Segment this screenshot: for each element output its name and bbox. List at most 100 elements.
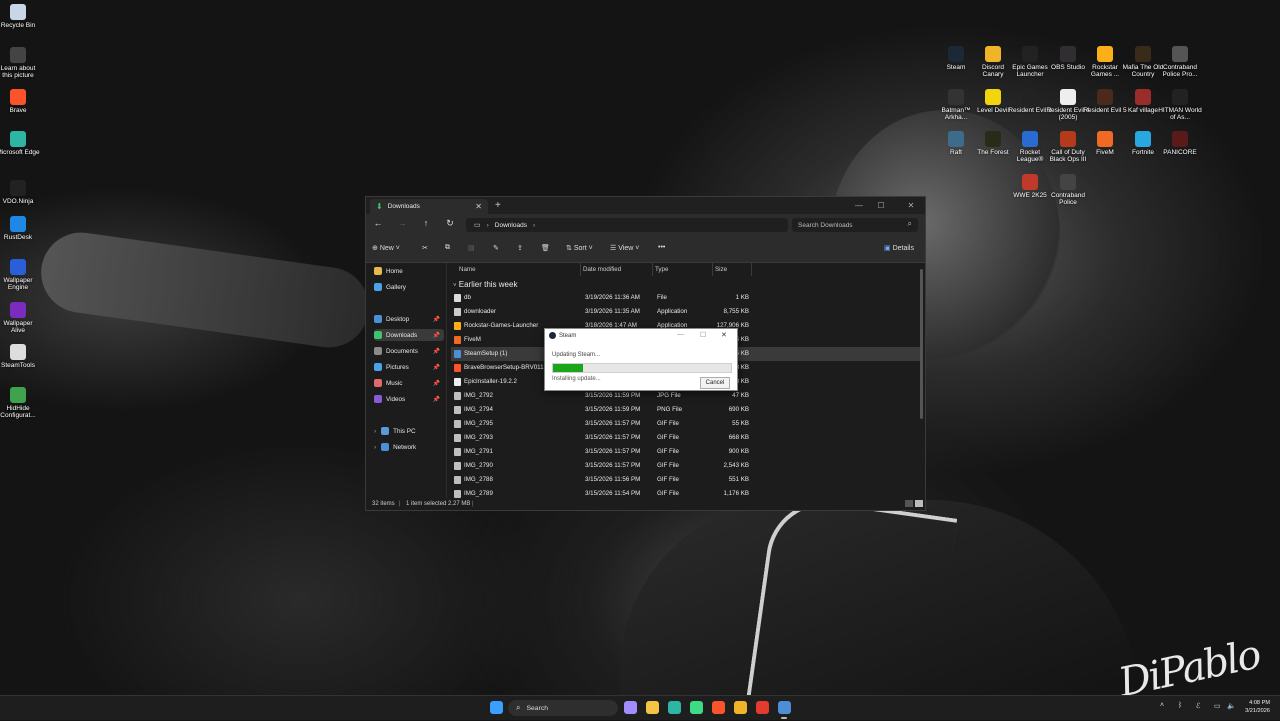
column-divider[interactable]: [712, 263, 713, 276]
nav-item-this-pc[interactable]: › This PC: [374, 425, 444, 437]
pin-icon[interactable]: 📌: [433, 396, 440, 403]
chrome-icon[interactable]: [756, 701, 769, 714]
copy-icon[interactable]: ⧉: [445, 244, 450, 252]
pin-icon[interactable]: 📌: [433, 380, 440, 387]
nav-item-pictures[interactable]: Pictures 📌: [374, 361, 444, 373]
close-window-button[interactable]: ✕: [900, 197, 922, 214]
forward-arrow-icon[interactable]: →: [395, 218, 409, 228]
this-pc-icon: [381, 427, 390, 435]
refresh-icon[interactable]: ↻: [443, 218, 457, 229]
cancel-button[interactable]: Cancel: [700, 377, 730, 389]
address-bar[interactable]: ▭ › Downloads ›: [466, 218, 788, 232]
view-button[interactable]: ☰ View ˅: [610, 244, 639, 252]
pen-icon[interactable]: ℰ: [1196, 702, 1200, 710]
new-button[interactable]: ⊕ New ˅: [372, 244, 400, 252]
table-row[interactable]: db 3/19/2026 11:36 AM File 1 KB: [451, 291, 921, 305]
file-explorer-icon[interactable]: [646, 701, 659, 714]
table-row[interactable]: IMG_2790 3/15/2026 11:57 PM GIF File 2,543 …: [451, 459, 921, 473]
pin-icon[interactable]: 📌: [433, 364, 440, 371]
desktop-icon-steamtools[interactable]: SteamTools: [0, 344, 40, 369]
nav-item-videos[interactable]: Videos 📌: [374, 393, 444, 405]
nav-item-downloads[interactable]: Downloads 📌: [374, 329, 444, 341]
desktop-icon-recycle-bin[interactable]: Recycle Bin: [0, 4, 40, 29]
back-arrow-icon[interactable]: ←: [371, 218, 385, 228]
column-date-modified[interactable]: Date modified: [583, 266, 621, 273]
table-row[interactable]: IMG_2794 3/15/2026 11:59 PM PNG File 690 KB: [451, 403, 921, 417]
system-clock[interactable]: 4:08 PM 3/21/2026: [1245, 699, 1270, 715]
search-input[interactable]: Search Downloads ⌕: [792, 218, 918, 232]
share-icon[interactable]: ⇪: [517, 244, 523, 252]
table-row[interactable]: IMG_2791 3/15/2026 11:57 PM GIF File 900 KB: [451, 445, 921, 459]
paste-icon[interactable]: ▤: [468, 244, 475, 252]
nav-item-documents[interactable]: Documents 📌: [374, 345, 444, 357]
column-divider[interactable]: [652, 263, 653, 276]
close-tab-icon[interactable]: ✕: [475, 202, 482, 211]
minimize-button[interactable]: —: [677, 331, 684, 338]
nav-item-music[interactable]: Music 📌: [374, 377, 444, 389]
chevron-up-icon[interactable]: ˄: [1160, 702, 1164, 709]
details-view-icon[interactable]: [905, 500, 913, 507]
more-options-button[interactable]: •••: [658, 244, 665, 251]
rename-icon[interactable]: ✎: [493, 244, 499, 252]
minimize-button[interactable]: —: [848, 197, 870, 214]
network-icon[interactable]: ▭: [1214, 702, 1221, 710]
desktop-icon-info[interactable]: Learn about this picture: [0, 47, 40, 79]
details-button[interactable]: ▣ Details: [884, 244, 914, 252]
dialog-title: Steam: [559, 333, 577, 339]
steam-icon[interactable]: [778, 701, 791, 714]
desktop-icon-rustdesk[interactable]: RustDesk: [0, 216, 40, 241]
column-type[interactable]: Type: [655, 266, 668, 273]
vertical-scrollbar[interactable]: [920, 269, 923, 419]
table-row[interactable]: downloader 3/19/2026 11:35 AM Application 8…: [451, 305, 921, 319]
nav-item-desktop[interactable]: Desktop 📌: [374, 313, 444, 325]
desktop-icon-contraband-police[interactable]: Contraband Police: [1046, 174, 1090, 206]
desktop-icon-panicore[interactable]: PANICORE: [1158, 131, 1202, 156]
desktop-icon-hidhide[interactable]: HidHide Configurat...: [0, 387, 40, 419]
desktop-icon-hitman[interactable]: HITMAN World of As...: [1158, 89, 1202, 121]
desktop-icon-wallpaper-alive[interactable]: Wallpaper Alive: [0, 302, 40, 334]
desktop-icon-wallpaper-engine[interactable]: Wallpaper Engine: [0, 259, 40, 291]
edge-icon[interactable]: [668, 701, 681, 714]
column-size[interactable]: Size: [715, 266, 727, 273]
pin-icon[interactable]: 📌: [433, 316, 440, 323]
nav-item-gallery[interactable]: Gallery: [374, 281, 444, 293]
nav-item-home[interactable]: Home: [374, 265, 444, 277]
sort-button[interactable]: ⇅ Sort ˅: [566, 244, 593, 252]
group-header[interactable]: ˅ Earlier this week: [453, 280, 517, 289]
new-tab-button[interactable]: +: [495, 200, 501, 211]
brave-icon[interactable]: [712, 701, 725, 714]
desktop-icon-edge[interactable]: Microsoft Edge: [0, 131, 40, 156]
kaf-village-icon: [1135, 89, 1151, 105]
column-name[interactable]: Name: [459, 266, 476, 273]
table-row[interactable]: IMG_2795 3/15/2026 11:57 PM GIF File 55 KB: [451, 417, 921, 431]
breadcrumb-downloads[interactable]: Downloads: [495, 222, 527, 229]
table-row[interactable]: IMG_2792 3/15/2026 11:59 PM JPG File 47 KB: [451, 389, 921, 403]
nav-item-network[interactable]: › Network: [374, 441, 444, 453]
android-studio-icon[interactable]: [690, 701, 703, 714]
cut-icon[interactable]: ✂: [422, 244, 428, 252]
discord-canary-icon[interactable]: [734, 701, 747, 714]
pin-icon[interactable]: 📌: [433, 332, 440, 339]
up-arrow-icon[interactable]: ↑: [419, 218, 433, 228]
cell-size: 47 KB: [732, 392, 749, 399]
column-divider[interactable]: [580, 263, 581, 276]
table-row[interactable]: IMG_2788 3/15/2026 11:56 PM GIF File 551 KB: [451, 473, 921, 487]
close-icon[interactable]: ✕: [721, 331, 727, 339]
table-row[interactable]: IMG_2793 3/15/2026 11:57 PM GIF File 668 KB: [451, 431, 921, 445]
pin-icon[interactable]: 📌: [433, 348, 440, 355]
widgets-icon[interactable]: [624, 701, 637, 714]
desktop-icon-contraband[interactable]: Contraband Police Pro...: [1158, 46, 1202, 78]
bluetooth-icon[interactable]: ᛒ: [1178, 702, 1182, 709]
taskbar-search[interactable]: ⌕ Search: [508, 700, 618, 716]
column-divider[interactable]: [751, 263, 752, 276]
desktop-icon-vdo-ninja[interactable]: VDO.Ninja: [0, 180, 40, 205]
explorer-tab-downloads[interactable]: ⬇ Downloads ✕: [370, 199, 488, 214]
maximize-button[interactable]: ☐: [700, 331, 706, 339]
desktop-icon-brave[interactable]: Brave: [0, 89, 40, 114]
volume-icon[interactable]: 🔈: [1227, 702, 1236, 710]
maximize-button[interactable]: ☐: [870, 197, 892, 214]
hidhide-icon: [10, 387, 26, 403]
delete-icon[interactable]: 🗑: [541, 244, 550, 252]
tiles-view-icon[interactable]: [915, 500, 923, 507]
windows-start-icon[interactable]: [490, 701, 503, 714]
